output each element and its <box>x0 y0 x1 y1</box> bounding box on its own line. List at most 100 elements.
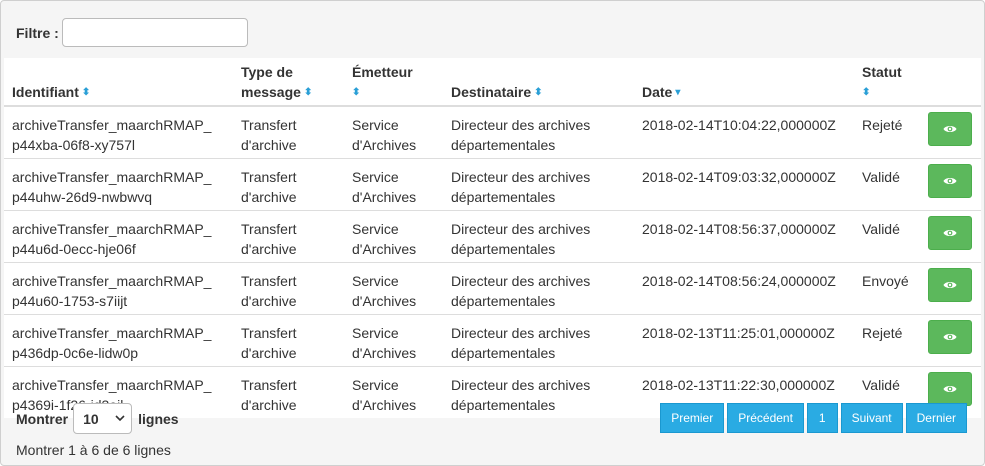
cell-type: Transfert d'archive <box>233 367 344 419</box>
eye-icon <box>943 282 957 288</box>
last-page-button[interactable]: Dernier <box>905 403 967 433</box>
eye-icon <box>943 178 957 184</box>
cell-recipient-text: départementales <box>451 137 556 153</box>
cell-actions <box>920 158 981 211</box>
column-header-type[interactable]: Type de message ⬍ <box>233 58 344 107</box>
cell-date: 2018-02-14T08:56:24,000000Z <box>634 262 854 315</box>
pagination: Premier Précédent 1 Suivant Dernier <box>660 403 967 433</box>
cell-recipient-text: départementales <box>451 293 556 309</box>
column-header-recipient[interactable]: Destinataire ⬍ <box>443 58 634 107</box>
cell-id-text: p436dp-0c6e-lidw0p <box>12 345 139 361</box>
sort-icon[interactable]: ⬍ <box>82 88 90 98</box>
view-button[interactable] <box>928 164 972 198</box>
sort-icon[interactable]: ⬍ <box>534 88 542 98</box>
cell-status-text: Validé <box>862 377 900 393</box>
column-header-date[interactable]: Date ▾ <box>634 58 854 107</box>
cell-emitter-text: Service <box>352 169 399 185</box>
cell-id-text: archiveTransfer_maarchRMAP_ <box>12 325 212 341</box>
cell-emitter-text: d'Archives <box>352 397 417 413</box>
sort-icon[interactable]: ⬍ <box>862 88 870 98</box>
cell-emitter-text: Service <box>352 221 399 237</box>
cell-recipient-text: départementales <box>451 345 556 361</box>
cell-date-text: 2018-02-14T10:04:22,000000Z <box>642 117 836 133</box>
cell-emitter: Service d'Archives <box>344 367 443 419</box>
cell-id: archiveTransfer_maarchRMAP_ p436dp-0c6e-l… <box>4 314 233 367</box>
table-row: archiveTransfer_maarchRMAP_ p436dp-0c6e-l… <box>4 314 981 367</box>
sort-desc-icon[interactable]: ▾ <box>675 88 680 98</box>
cell-id-text: archiveTransfer_maarchRMAP_ <box>12 273 212 289</box>
column-header-actions <box>920 58 981 107</box>
page-1-button[interactable]: 1 <box>806 403 838 433</box>
cell-emitter-text: d'Archives <box>352 293 417 309</box>
cell-status: Rejeté <box>854 106 920 159</box>
cell-type: Transfert d'archive <box>233 106 344 159</box>
cell-id: archiveTransfer_maarchRMAP_ p44u6d-0ecc-h… <box>4 210 233 263</box>
view-button[interactable] <box>928 112 972 146</box>
cell-type-text: Transfert <box>241 273 297 289</box>
cell-date: 2018-02-14T10:04:22,000000Z <box>634 106 854 159</box>
column-header-id[interactable]: Identifiant ⬍ <box>4 58 233 107</box>
view-button[interactable] <box>928 372 972 406</box>
cell-id-text: p44u6d-0ecc-hje06f <box>12 241 136 257</box>
page-size-select[interactable]: 10 <box>73 403 133 434</box>
cell-type-text: d'archive <box>241 345 297 361</box>
cell-type-text: Transfert <box>241 221 297 237</box>
column-header-status[interactable]: Statut ⬍ <box>854 58 920 107</box>
cell-emitter: Service d'Archives <box>344 210 443 263</box>
cell-type: Transfert d'archive <box>233 314 344 367</box>
sort-icon[interactable]: ⬍ <box>352 88 360 98</box>
cell-emitter: Service d'Archives <box>344 314 443 367</box>
cell-emitter-text: Service <box>352 325 399 341</box>
cell-status: Validé <box>854 158 920 211</box>
cell-id-text: p44xba-06f8-xy757l <box>12 137 135 153</box>
cell-type: Transfert d'archive <box>233 262 344 315</box>
cell-emitter: Service d'Archives <box>344 262 443 315</box>
cell-date: 2018-02-13T11:25:01,000000Z <box>634 314 854 367</box>
cell-date: 2018-02-14T08:56:37,000000Z <box>634 210 854 263</box>
cell-emitter-text: d'Archives <box>352 189 417 205</box>
next-page-button[interactable]: Suivant <box>840 403 903 433</box>
cell-emitter: Service d'Archives <box>344 158 443 211</box>
sort-icon[interactable]: ⬍ <box>304 88 312 98</box>
cell-recipient-text: Directeur des archives <box>451 325 591 341</box>
cell-type: Transfert d'archive <box>233 158 344 211</box>
filter-bar: Filtre : <box>16 18 248 47</box>
cell-recipient-text: Directeur des archives <box>451 377 591 393</box>
view-button[interactable] <box>928 268 972 302</box>
table-row: archiveTransfer_maarchRMAP_ p44u6d-0ecc-h… <box>4 210 981 263</box>
view-button[interactable] <box>928 216 972 250</box>
cell-emitter-text: d'Archives <box>352 345 417 361</box>
cell-type-text: Transfert <box>241 169 297 185</box>
transfer-list-panel: Filtre : Identifiant⬍ Type de message⬍ <box>0 0 985 466</box>
cell-recipient: Directeur des archives départementales <box>443 367 634 419</box>
cell-recipient-text: départementales <box>451 241 556 257</box>
cell-recipient-text: Directeur des archives <box>451 169 591 185</box>
previous-page-button[interactable]: Précédent <box>727 403 804 433</box>
cell-id: archiveTransfer_maarchRMAP_ p44uhw-26d9-n… <box>4 158 233 211</box>
filter-input[interactable] <box>61 18 248 47</box>
cell-actions <box>920 106 981 159</box>
messages-table: Identifiant ⬍ Type de message ⬍ Émetteur ⬍… <box>4 58 981 418</box>
cell-type-text: d'archive <box>241 189 297 205</box>
cell-status: Envoyé <box>854 262 920 315</box>
page-size-value: 10 <box>83 410 99 427</box>
cell-recipient-text: Directeur des archives <box>451 221 591 237</box>
cell-actions <box>920 262 981 315</box>
cell-date-text: 2018-02-13T11:22:30,000000Z <box>642 377 835 393</box>
cell-status: Rejeté <box>854 314 920 367</box>
cell-emitter-text: d'Archives <box>352 137 417 153</box>
cell-date-text: 2018-02-14T09:03:32,000000Z <box>642 169 836 185</box>
cell-recipient: Directeur des archives départementales <box>443 314 634 367</box>
show-label: Montrer <box>16 410 69 427</box>
messages-table-wrap: Identifiant ⬍ Type de message ⬍ Émetteur ⬍… <box>4 58 981 418</box>
first-page-button[interactable]: Premier <box>660 403 725 433</box>
view-button[interactable] <box>928 320 972 354</box>
cell-id: archiveTransfer_maarchRMAP_ p44xba-06f8-x… <box>4 106 233 159</box>
cell-recipient-text: Directeur des archives <box>451 117 591 133</box>
column-header-emitter[interactable]: Émetteur ⬍ <box>344 58 443 107</box>
eye-icon <box>943 386 957 392</box>
lines-label: lignes <box>138 410 179 427</box>
table-row: archiveTransfer_maarchRMAP_ p44uhw-26d9-n… <box>4 158 981 211</box>
eye-icon <box>943 334 957 340</box>
cell-type-text: d'archive <box>241 241 297 257</box>
